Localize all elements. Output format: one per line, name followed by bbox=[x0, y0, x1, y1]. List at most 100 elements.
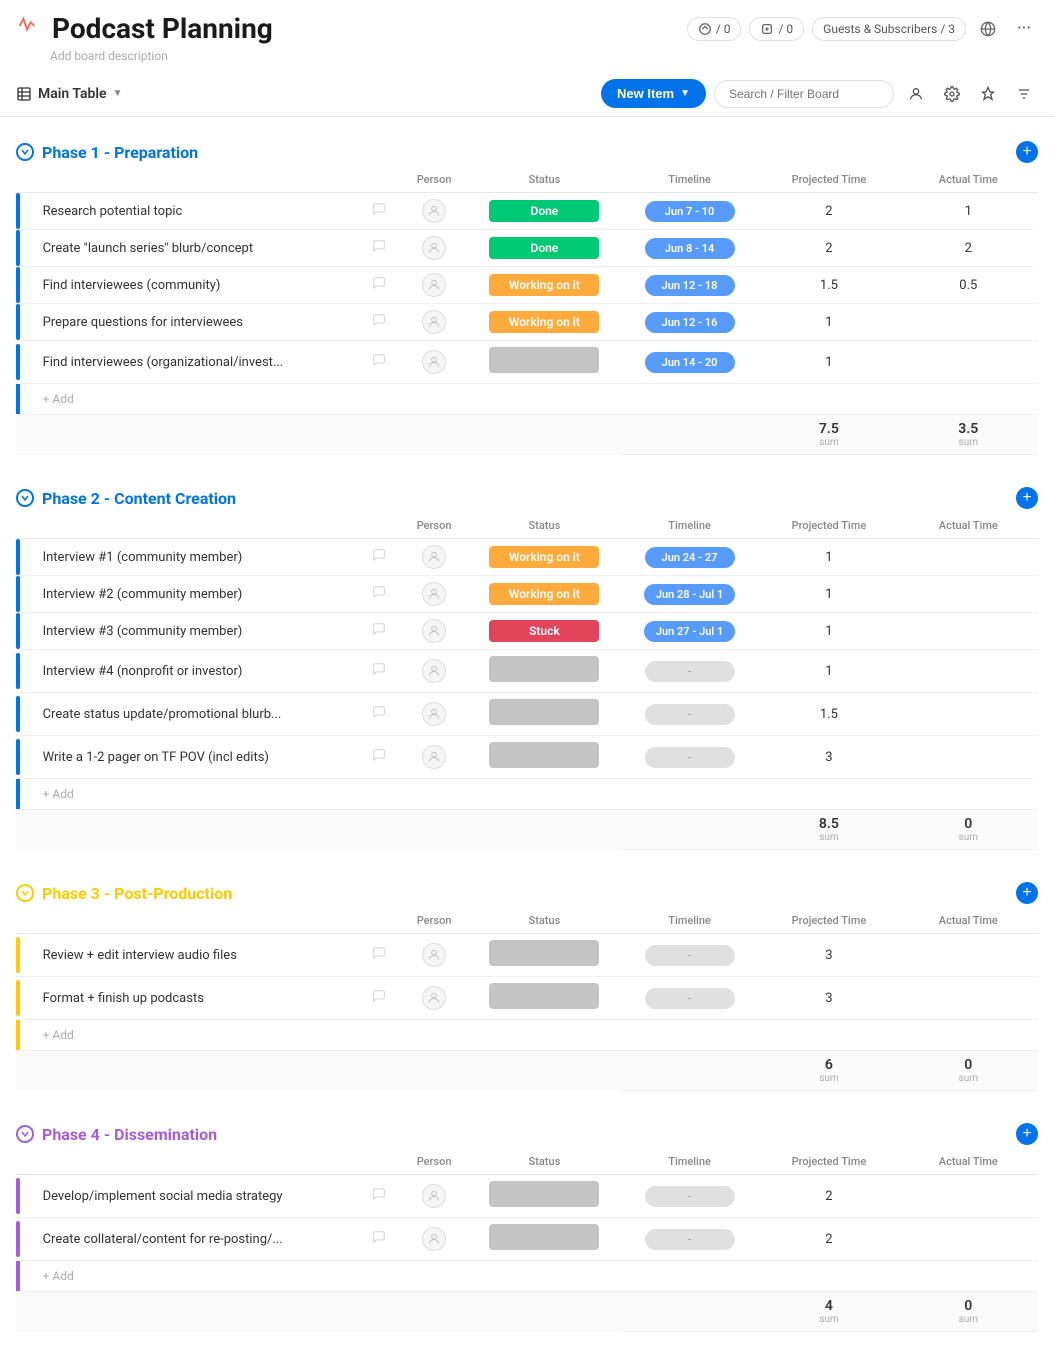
person-avatar[interactable] bbox=[422, 545, 446, 569]
projected-cell: 1 bbox=[759, 613, 898, 650]
person-avatar[interactable] bbox=[422, 986, 446, 1010]
timeline-badge: - bbox=[645, 661, 735, 682]
phase-toggle-phase4[interactable] bbox=[16, 1125, 34, 1143]
comment-icon[interactable] bbox=[372, 664, 386, 680]
comment-icon[interactable] bbox=[372, 587, 386, 603]
comment-icon[interactable] bbox=[372, 624, 386, 640]
status-badge[interactable]: Working on it bbox=[489, 311, 599, 333]
status-badge[interactable]: Done bbox=[489, 200, 599, 222]
task-name: Find interviewees (community) bbox=[35, 267, 360, 304]
person-avatar[interactable] bbox=[422, 702, 446, 726]
person-avatar[interactable] bbox=[422, 619, 446, 643]
person-cell bbox=[399, 977, 469, 1020]
comment-icon[interactable] bbox=[372, 355, 386, 371]
add-row[interactable]: + Add bbox=[16, 384, 1038, 415]
add-label[interactable]: + Add bbox=[35, 1261, 1038, 1292]
person-avatar[interactable] bbox=[422, 943, 446, 967]
add-phase-button-phase1[interactable]: + bbox=[1016, 141, 1038, 163]
comment-cell bbox=[360, 613, 399, 650]
status-badge[interactable]: Done bbox=[489, 237, 599, 259]
status-badge[interactable]: Working on it bbox=[489, 583, 599, 605]
status-badge[interactable]: Working on it bbox=[489, 274, 599, 296]
table-selector[interactable]: Main Table ▼ bbox=[16, 86, 122, 102]
row-border bbox=[16, 653, 20, 689]
status-badge[interactable] bbox=[489, 742, 599, 768]
comment-icon[interactable] bbox=[372, 707, 386, 723]
filter-icon[interactable] bbox=[1010, 80, 1038, 108]
comment-cell bbox=[360, 230, 399, 267]
col-status-header: Status bbox=[469, 167, 620, 193]
person-avatar[interactable] bbox=[422, 350, 446, 374]
add-row[interactable]: + Add bbox=[16, 1020, 1038, 1051]
status-badge[interactable]: Working on it bbox=[489, 546, 599, 568]
timeline-cell: Jun 24 - 27 bbox=[620, 539, 759, 576]
timeline-badge: Jun 27 - Jul 1 bbox=[644, 621, 735, 642]
projected-cell: 2 bbox=[759, 1175, 898, 1218]
comment-icon[interactable] bbox=[372, 204, 386, 220]
person-avatar[interactable] bbox=[422, 659, 446, 683]
comment-icon[interactable] bbox=[372, 750, 386, 766]
status-badge[interactable] bbox=[489, 940, 599, 966]
add-row[interactable]: + Add bbox=[16, 1261, 1038, 1292]
status-badge[interactable] bbox=[489, 983, 599, 1009]
phase-toggle-phase3[interactable] bbox=[16, 884, 34, 902]
settings-icon[interactable] bbox=[938, 80, 966, 108]
person-avatar[interactable] bbox=[422, 236, 446, 260]
row-border bbox=[16, 739, 20, 775]
task-name: Create "launch series" blurb/concept bbox=[35, 230, 360, 267]
person-avatar[interactable] bbox=[422, 582, 446, 606]
actual-cell: 0.5 bbox=[899, 267, 1038, 304]
user-icon[interactable] bbox=[902, 80, 930, 108]
add-phase-button-phase4[interactable]: + bbox=[1016, 1123, 1038, 1145]
add-phase-button-phase3[interactable]: + bbox=[1016, 882, 1038, 904]
status-badge[interactable] bbox=[489, 699, 599, 725]
add-label[interactable]: + Add bbox=[35, 779, 1038, 810]
add-label[interactable]: + Add bbox=[35, 1020, 1038, 1051]
globe-icon[interactable] bbox=[974, 15, 1002, 43]
guests-pill[interactable]: Guests & Subscribers / 3 bbox=[812, 17, 966, 41]
person-avatar[interactable] bbox=[422, 745, 446, 769]
comment-icon[interactable] bbox=[372, 550, 386, 566]
col-person-header: Person bbox=[399, 167, 469, 193]
new-item-button[interactable]: New Item ▼ bbox=[601, 79, 706, 108]
status-badge[interactable] bbox=[489, 1224, 599, 1250]
person-avatar[interactable] bbox=[422, 273, 446, 297]
row-border bbox=[16, 267, 20, 303]
status-badge[interactable]: Stuck bbox=[489, 620, 599, 642]
status-badge[interactable] bbox=[489, 347, 599, 373]
person-avatar[interactable] bbox=[422, 1184, 446, 1208]
add-label[interactable]: + Add bbox=[35, 384, 1038, 415]
person-avatar[interactable] bbox=[422, 199, 446, 223]
search-input[interactable] bbox=[714, 80, 894, 108]
phase-toggle-phase2[interactable] bbox=[16, 489, 34, 507]
board-description[interactable]: Add board description bbox=[0, 49, 1054, 71]
timeline-cell: Jun 28 - Jul 1 bbox=[620, 576, 759, 613]
actual-cell bbox=[899, 693, 1038, 736]
phase-toggle-phase1[interactable] bbox=[16, 143, 34, 161]
comment-icon[interactable] bbox=[372, 315, 386, 331]
more-options-button[interactable]: ··· bbox=[1010, 15, 1038, 43]
new-item-dropdown[interactable]: ▼ bbox=[680, 88, 690, 99]
person-cell bbox=[399, 267, 469, 304]
person-cell bbox=[399, 341, 469, 384]
status-badge[interactable] bbox=[489, 1181, 599, 1207]
timeline-badge: - bbox=[645, 747, 735, 768]
comment-icon[interactable] bbox=[372, 1232, 386, 1248]
pin-icon[interactable] bbox=[974, 80, 1002, 108]
comment-icon[interactable] bbox=[372, 278, 386, 294]
table-row: Prepare questions for interviewees Worki… bbox=[16, 304, 1038, 341]
row-border bbox=[16, 1178, 20, 1214]
timeline-cell: - bbox=[620, 650, 759, 693]
add-phase-button-phase2[interactable]: + bbox=[1016, 487, 1038, 509]
status-badge[interactable] bbox=[489, 656, 599, 682]
comment-icon[interactable] bbox=[372, 1189, 386, 1205]
person-avatar[interactable] bbox=[422, 1227, 446, 1251]
timeline-cell: - bbox=[620, 1175, 759, 1218]
add-row[interactable]: + Add bbox=[16, 779, 1038, 810]
person-avatar[interactable] bbox=[422, 310, 446, 334]
comment-icon[interactable] bbox=[372, 241, 386, 257]
counter2-pill[interactable]: / 0 bbox=[749, 17, 804, 41]
counter1-pill[interactable]: / 0 bbox=[687, 17, 742, 41]
comment-icon[interactable] bbox=[372, 948, 386, 964]
comment-icon[interactable] bbox=[372, 991, 386, 1007]
